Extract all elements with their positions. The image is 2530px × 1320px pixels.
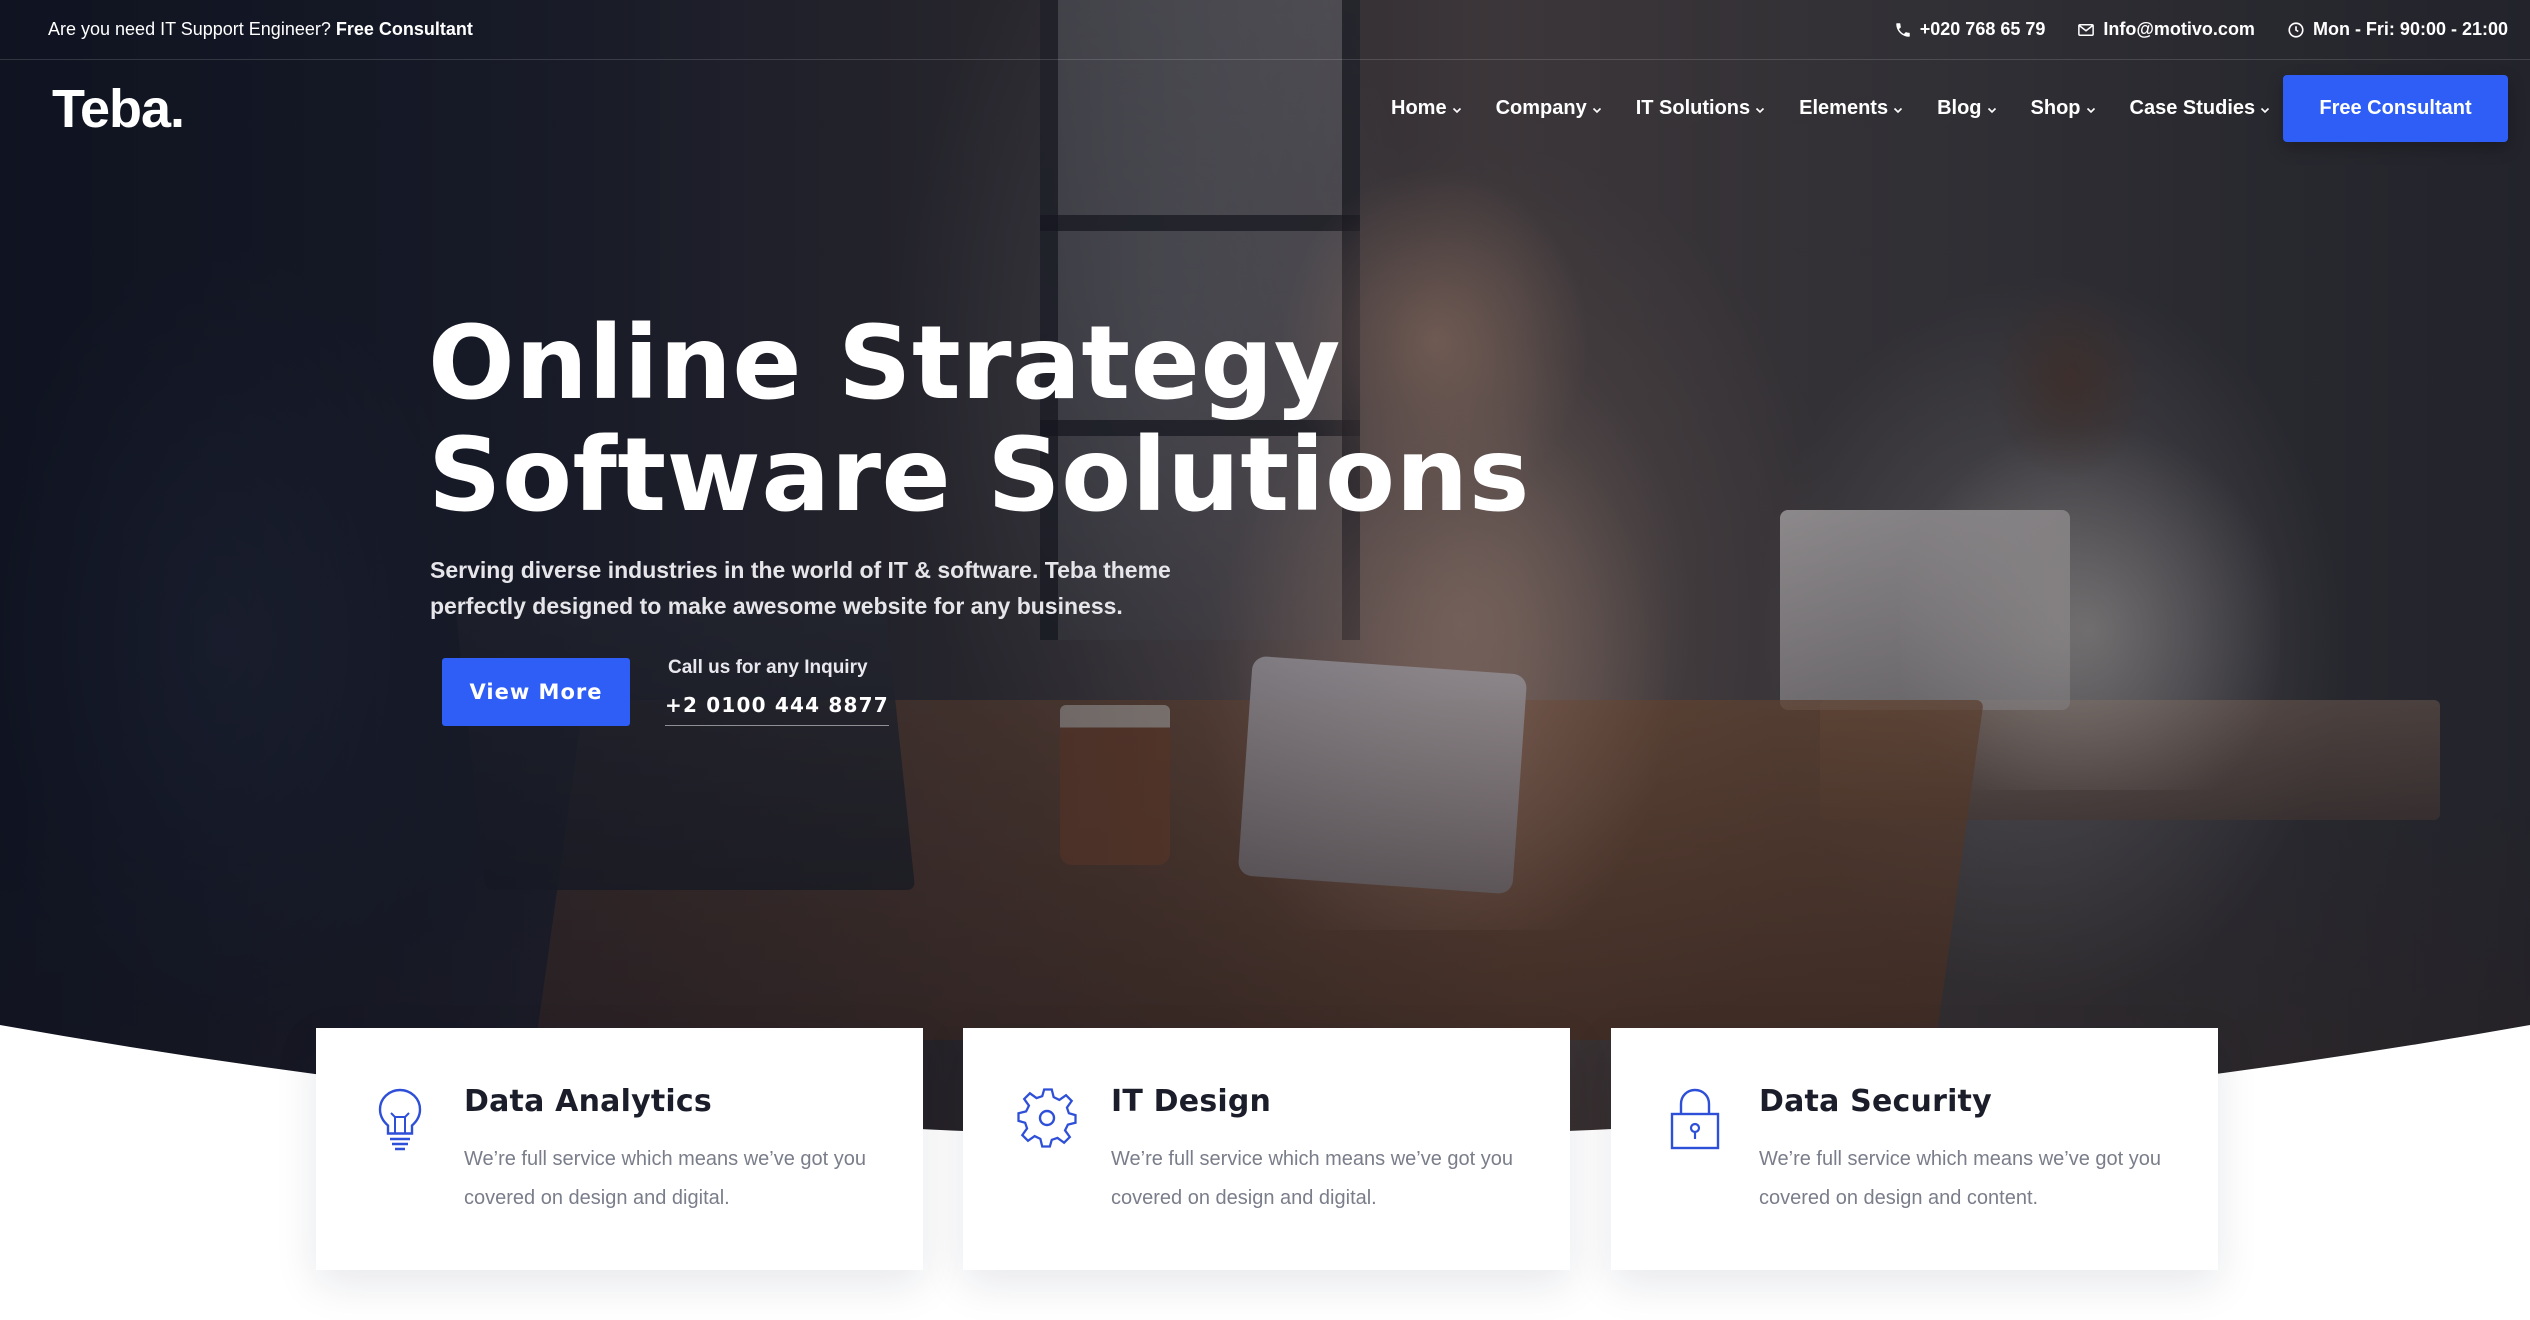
nav-item-label: Elements [1799,97,1889,119]
feature-card-data-analytics[interactable]: Data Analytics We’re full service which … [316,1028,923,1270]
inquiry-phone-link[interactable]: +2 0100 444 8877 [665,693,889,726]
feature-title: Data Analytics [464,1084,712,1119]
feature-description: We’re full service which means we’ve got… [1111,1148,1514,1209]
hero-title: Online Strategy Software Solutions [428,308,1530,532]
lightbulb-icon [378,1088,422,1151]
nav-item-label: Home [1391,97,1447,119]
hero-title-line: Online Strategy [428,304,1341,423]
contact-info: +020 768 65 79 Info@motivo.com Mon - Fri… [1894,19,2508,40]
hours-info: Mon - Fri: 90:00 - 21:00 [2287,19,2508,40]
support-question: Are you need IT Support Engineer? [48,19,331,39]
nav-item-blog[interactable]: Blog [1937,97,1996,120]
nav-item-case-studies[interactable]: Case Studies [2130,97,2271,120]
hero-subtitle: Serving diverse industries in the world … [430,557,1171,619]
chevron-down-icon [2086,107,2095,113]
phone-text: +020 768 65 79 [1919,19,2046,39]
site-logo[interactable]: Teba. [52,78,185,140]
main-navigation: Home Company IT Solutions Elements Blog … [1391,97,2304,120]
chevron-down-icon [1987,107,1996,113]
feature-title: Data Security [1759,1084,1992,1119]
nav-item-label: IT Solutions [1635,97,1751,119]
email-text: Info@motivo.com [2103,19,2255,39]
feature-card-it-design[interactable]: IT Design We’re full service which means… [963,1028,1570,1270]
hero-title-line: Software Solutions [428,416,1530,535]
nav-item-label: Blog [1937,97,1982,119]
chevron-down-icon [1452,107,1461,113]
phone-icon [1896,22,1910,37]
nav-item-label: Shop [2030,97,2081,119]
nav-item-it-solutions[interactable]: IT Solutions [1636,97,1765,120]
feature-description: We’re full service which means we’ve got… [464,1148,867,1209]
free-consultant-button[interactable]: Free Consultant [2283,75,2508,142]
email-contact[interactable]: Info@motivo.com [2077,19,2255,40]
nav-item-shop[interactable]: Shop [2031,97,2096,120]
nav-item-elements[interactable]: Elements [1799,97,1903,120]
top-bar: Are you need IT Support Engineer? Free C… [0,0,2530,60]
clock-icon [2288,21,2304,38]
nav-item-home[interactable]: Home [1391,97,1462,120]
nav-item-label: Company [1495,97,1587,119]
chevron-down-icon [2261,107,2270,113]
view-more-button[interactable]: View More [442,658,630,726]
feature-title: IT Design [1111,1084,1272,1119]
mail-icon [2078,23,2095,36]
feature-card-data-security[interactable]: Data Security We’re full service which m… [1611,1028,2218,1270]
phone-contact[interactable]: +020 768 65 79 [1894,19,2046,40]
inquiry-label: Call us for any Inquiry [668,657,868,678]
gear-icon [1017,1088,1077,1148]
feature-description: We’re full service which means we’ve got… [1759,1148,2162,1209]
nav-item-label: Case Studies [2129,97,2256,119]
support-prompt: Are you need IT Support Engineer? Free C… [48,19,473,40]
nav-item-company[interactable]: Company [1496,97,1602,120]
free-consultant-link[interactable]: Free Consultant [336,19,473,39]
chevron-down-icon [1592,107,1601,113]
lock-icon [1670,1088,1720,1150]
hours-text: Mon - Fri: 90:00 - 21:00 [2312,19,2508,39]
chevron-down-icon [1756,107,1765,113]
chevron-down-icon [1894,107,1903,113]
